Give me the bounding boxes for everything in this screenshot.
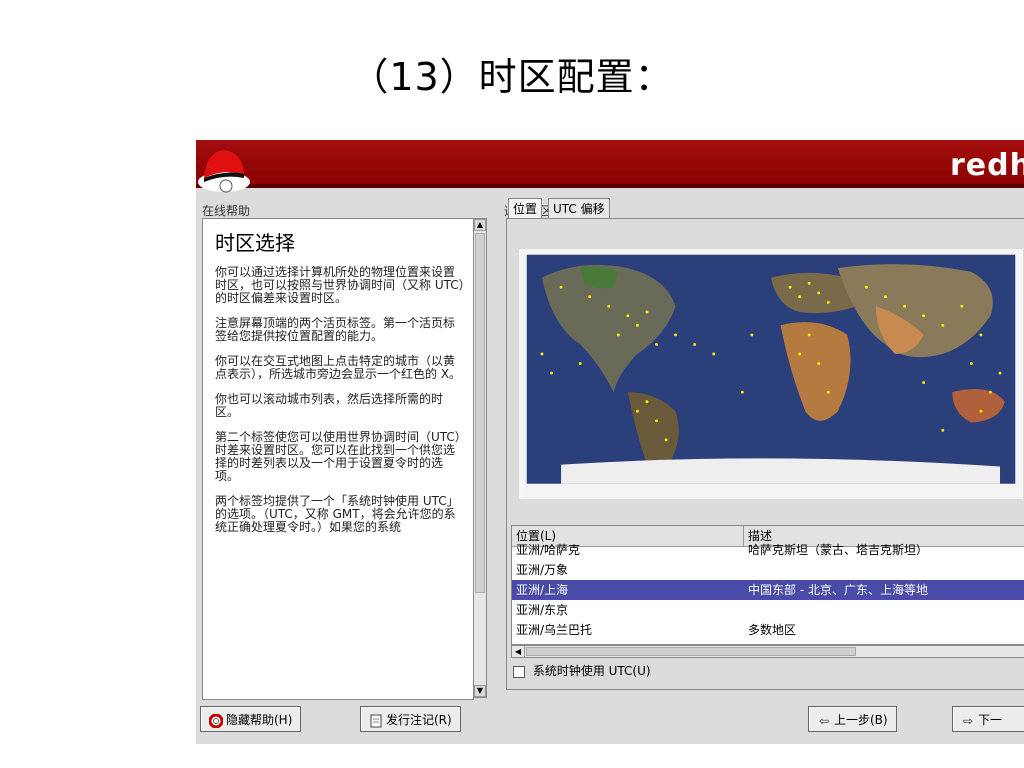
timezone-location: 亚洲/万象 [516,563,569,577]
release-notes-label: 发行注记(R) [386,713,452,727]
list-horizontal-scrollbar[interactable]: ◀ [511,645,1024,658]
document-icon [370,714,382,727]
timezone-location: 亚洲/上海 [516,583,569,597]
release-notes-button[interactable]: 发行注记(R) [360,706,461,732]
help-paragraph: 两个标签均提供了一个「系统时钟使用 UTC」的选项。（UTC，又称 GMT，将会… [215,494,459,534]
scroll-up-arrow-icon[interactable]: ▲ [474,219,486,231]
utc-checkbox-label: 系统时钟使用 UTC(U) [532,664,651,678]
next-label: 下一 [978,713,1003,727]
help-group-label: 在线帮助 [202,204,251,218]
timezone-description: 哈萨克斯坦（蒙古、塔吉克斯坦） [748,543,929,557]
timezone-description: 多数地区 [748,623,797,637]
scrollbar-thumb[interactable] [475,233,485,593]
installer-window: redh 在线帮助 时区选择 你可以通过选择计算机所处的物理位置来设置时区，也可… [196,140,1024,744]
back-button[interactable]: ⇦ 上一步(B) [808,706,897,732]
utc-checkbox[interactable] [513,665,525,678]
help-title: 时区选择 [215,231,295,255]
brand-wordmark: redh [950,148,1024,183]
help-paragraph: 你可以在交互式地图上点击特定的城市（以黄点表示），所选城市旁边会显示一个红色的 … [215,354,462,381]
list-item-selected[interactable]: 亚洲/上海 中国东部 - 北京、广东、上海等地 [512,580,1024,600]
help-paragraph: 你可以通过选择计算机所处的物理位置来设置时区，也可以按照与世界协调时间（又称 U… [215,265,465,305]
help-scrollbar[interactable]: ▲ ▼ [473,218,487,698]
world-map[interactable] [519,249,1023,499]
tab-location[interactable]: 位置 [508,198,543,220]
timezone-list[interactable]: 位置(L) 描述 亚洲/哈萨克 哈萨克斯坦（蒙古、塔吉克斯坦） 亚洲/万象 亚洲… [511,525,1024,645]
timezone-location: 亚洲/乌兰巴托 [516,623,593,637]
list-item[interactable]: 亚洲/乌兰巴托 多数地区 [512,620,1024,640]
lifebuoy-icon [209,713,223,728]
header-banner: redh [196,140,1024,193]
scroll-down-arrow-icon[interactable]: ▼ [474,685,486,697]
list-item[interactable]: 亚洲/万象 [512,560,1024,580]
slide-title: （13）时区配置： [350,55,674,99]
help-paragraph: 注意屏幕顶端的两个活页标签。第一个活页标签给您提供按位置配置的能力。 [215,316,456,343]
scroll-left-arrow-icon[interactable]: ◀ [512,646,525,657]
timezone-location: 亚洲/哈萨克 [516,543,581,557]
tab-utc-offset[interactable]: UTC 偏移 [548,198,610,219]
help-paragraph: 你也可以滚动城市列表，然后选择所需的时区。 [215,392,444,419]
timezone-location: 亚洲/东京 [516,603,569,617]
redhat-logo-icon [198,150,250,193]
list-item[interactable]: 亚洲/哈萨克 哈萨克斯坦（蒙古、塔吉克斯坦） [512,540,1024,560]
arrow-left-icon: ⇦ [818,713,830,728]
timezone-description: 中国东部 - 北京、广东、上海等地 [748,583,928,597]
scrollbar-thumb[interactable] [526,647,856,656]
back-label: 上一步(B) [834,713,888,727]
hide-help-button[interactable]: 隐藏帮助(H) [200,706,302,732]
utc-checkbox-row[interactable]: 系统时钟使用 UTC(U) [513,663,651,679]
help-paragraph: 第二个标签使您可以使用世界协调时间（UTC）时差来设置时区。您可以在此找到一个供… [215,430,461,483]
location-tab-panel: 位置(L) 描述 亚洲/哈萨克 哈萨克斯坦（蒙古、塔吉克斯坦） 亚洲/万象 亚洲… [506,218,1024,690]
next-button[interactable]: ⇨ 下一 [952,706,1024,732]
banner-divider [196,184,1024,188]
list-item[interactable]: 亚洲/东京 [512,600,1024,620]
hide-help-label: 隐藏帮助(H) [226,713,293,727]
help-panel[interactable]: 时区选择 你可以通过选择计算机所处的物理位置来设置时区，也可以按照与世界协调时间… [202,218,474,700]
arrow-right-icon: ⇨ [962,713,974,728]
